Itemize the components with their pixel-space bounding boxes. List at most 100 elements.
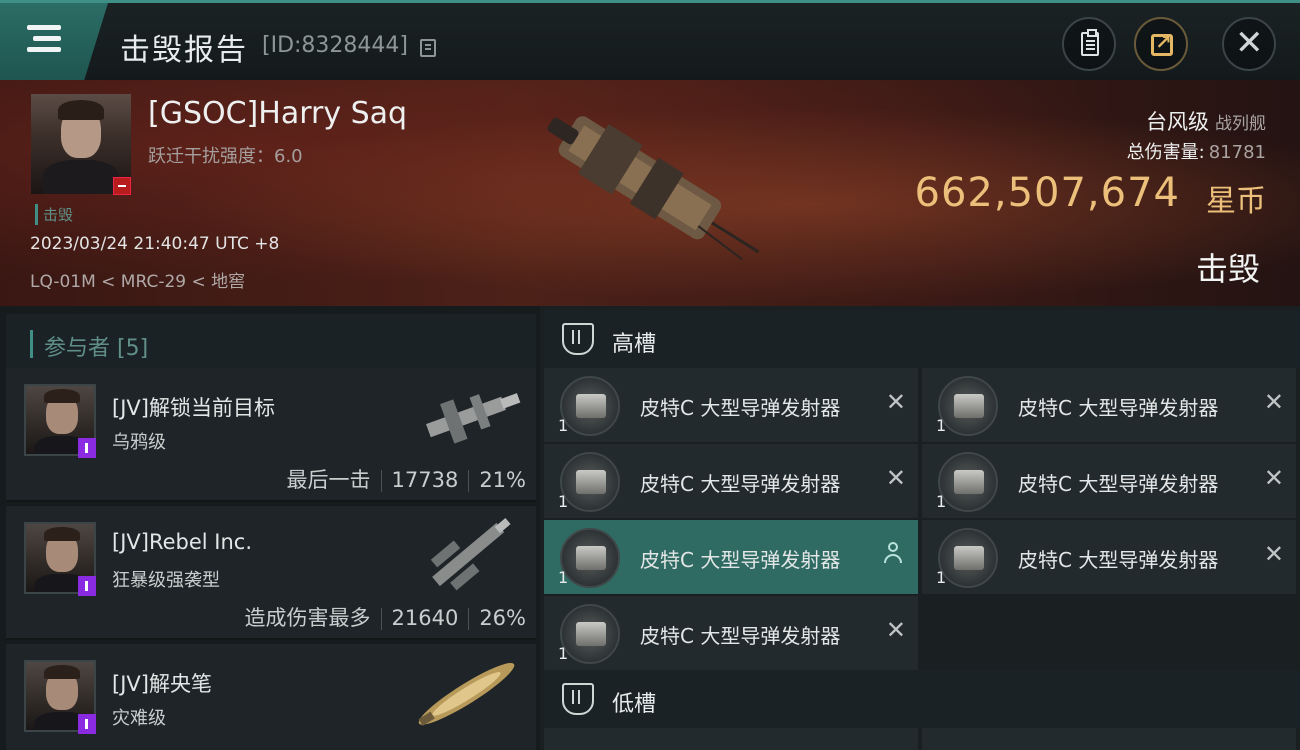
participant-stats: 最后一击 17738 21% xyxy=(286,464,526,494)
participant-ship-image xyxy=(418,662,515,726)
close-button[interactable]: ✕ xyxy=(1222,17,1276,71)
participant-ship: 乌鸦级 xyxy=(112,432,166,453)
participant-ship: 灾难级 xyxy=(112,708,166,729)
top-bar: 击毁报告 [ID:8328444] ✕ xyxy=(0,0,1300,80)
missile-launcher-icon xyxy=(560,528,620,588)
header-accent xyxy=(30,330,33,358)
share-icon xyxy=(1151,30,1173,56)
module-qty: 1 xyxy=(936,568,947,587)
victim-name[interactable]: [GSOC]Harry Saq xyxy=(148,96,407,131)
hamburger-icon-bar xyxy=(33,36,61,41)
module-row-selected[interactable]: 1 皮特C 大型导弹发射器 xyxy=(544,520,918,594)
module-qty: 1 xyxy=(558,644,569,663)
high-slot-header: 高槽 xyxy=(544,310,1300,368)
module-row[interactable]: 1 皮特C 大型导弹发射器 ✕ xyxy=(922,520,1296,594)
isk-unit: 星币 xyxy=(1206,184,1266,219)
share-button[interactable] xyxy=(1134,17,1188,71)
x-icon: ✕ xyxy=(885,388,906,416)
corp-badge-icon xyxy=(78,438,96,458)
module-qty: 1 xyxy=(558,568,569,587)
damage-value: 81781 xyxy=(1208,142,1266,163)
module-row[interactable]: 1 皮特C 大型导弹发射器 ✕ xyxy=(922,444,1296,518)
participant-stats: 造成伤害最多 21640 26% xyxy=(244,602,526,632)
module-name: 皮特C 大型导弹发射器 xyxy=(1018,548,1219,572)
kill-datetime: 2023/03/24 21:40:47 UTC +8 xyxy=(30,234,280,254)
damage-label: 总伤害量: xyxy=(1126,142,1205,163)
hamburger-icon-bar xyxy=(27,47,61,52)
corp-badge-icon xyxy=(78,576,96,596)
participant-ship: 狂暴级强袭型 xyxy=(112,570,220,591)
module-row[interactable]: 1 皮特C 大型导弹发射器 ✕ xyxy=(544,368,918,442)
participant-name: [JV]解央笔 xyxy=(112,672,212,696)
hamburger-icon xyxy=(27,25,61,30)
close-icon: ✕ xyxy=(1235,23,1264,63)
hostile-badge-icon xyxy=(113,177,131,195)
module-row[interactable]: 1 皮特C 大型导弹发射器 ✕ xyxy=(544,444,918,518)
participant-name: [JV]解锁当前目标 xyxy=(112,396,275,420)
participant-percent: 26% xyxy=(479,606,526,630)
high-slot-label: 高槽 xyxy=(612,332,657,357)
participant-percent: 21% xyxy=(479,468,526,492)
participant-ship-image xyxy=(430,517,511,591)
module-qty: 1 xyxy=(558,416,569,435)
x-icon: ✕ xyxy=(885,464,906,492)
participants-header: 参与者 [5] xyxy=(6,314,536,372)
module-row[interactable]: 1 皮特C 大型导弹发射器 ✕ xyxy=(544,596,918,670)
module-name: 皮特C 大型导弹发射器 xyxy=(640,624,841,648)
missile-launcher-icon xyxy=(938,452,998,512)
participant-row[interactable]: [JV]Rebel Inc. 狂暴级强袭型 造成伤害最多 21640 26% xyxy=(6,506,536,640)
participant-damage: 21640 xyxy=(391,606,459,630)
x-icon: ✕ xyxy=(1263,540,1284,568)
module-row[interactable] xyxy=(922,728,1296,750)
x-icon: ✕ xyxy=(1263,388,1284,416)
module-row[interactable] xyxy=(544,728,918,750)
participant-damage: 17738 xyxy=(391,468,459,492)
participant-row[interactable]: [JV]解央笔 灾难级 xyxy=(6,644,536,750)
ship-type: 战列舰 xyxy=(1215,114,1266,134)
module-name: 皮特C 大型导弹发射器 xyxy=(640,472,841,496)
module-name: 皮特C 大型导弹发射器 xyxy=(640,396,841,420)
missile-launcher-icon xyxy=(938,528,998,588)
kill-location: LQ-01M < MRC-29 < 地窖 xyxy=(30,272,246,292)
module-name: 皮特C 大型导弹发射器 xyxy=(1018,472,1219,496)
missile-launcher-icon xyxy=(938,376,998,436)
fitting-panel: 高槽 1 皮特C 大型导弹发射器 ✕ 1 皮特C 大型导弹发射器 ✕ 1 皮特C… xyxy=(540,306,1300,750)
warp-strength: 跃迁干扰强度：6.0 xyxy=(148,146,303,167)
report-id: [ID:8328444] xyxy=(262,33,408,58)
page-title: 击毁报告 xyxy=(120,33,248,68)
module-qty: 1 xyxy=(558,492,569,511)
low-slot-header: 低槽 xyxy=(544,670,1300,728)
missile-launcher-icon xyxy=(560,376,620,436)
status-tag: 击毁 xyxy=(35,204,73,225)
menu-button[interactable] xyxy=(0,3,108,80)
ship-class: 台风级 战列舰 xyxy=(1146,106,1266,136)
shield-slot-icon xyxy=(562,323,594,355)
low-slot-label: 低槽 xyxy=(612,692,657,717)
module-row[interactable]: 1 皮特C 大型导弹发射器 ✕ xyxy=(922,368,1296,442)
copy-icon[interactable] xyxy=(420,39,436,57)
clipboard-icon xyxy=(1081,29,1099,56)
user-icon xyxy=(884,542,902,564)
shield-slot-icon xyxy=(562,683,594,715)
x-icon: ✕ xyxy=(1263,464,1284,492)
participant-role: 最后一击 xyxy=(286,468,371,492)
participant-row[interactable]: [JV]解锁当前目标 乌鸦级 最后一击 17738 21% xyxy=(6,368,536,502)
module-name: 皮特C 大型导弹发射器 xyxy=(640,548,841,572)
result-label: 击毁 xyxy=(1195,250,1260,288)
clipboard-button[interactable] xyxy=(1062,17,1116,71)
participants-title: 参与者 [5] xyxy=(44,336,149,361)
missile-launcher-icon xyxy=(560,452,620,512)
module-qty: 1 xyxy=(936,416,947,435)
corp-badge-icon xyxy=(78,714,96,734)
victim-banner: [GSOC]Harry Saq 跃迁干扰强度：6.0 击毁 2023/03/24… xyxy=(0,80,1300,306)
participant-ship-image xyxy=(426,393,521,444)
module-name: 皮特C 大型导弹发射器 xyxy=(1018,396,1219,420)
missile-launcher-icon xyxy=(560,604,620,664)
participant-role: 造成伤害最多 xyxy=(244,606,371,630)
isk-value: 662,507,674 xyxy=(914,170,1180,216)
total-damage: 总伤害量: 81781 xyxy=(1127,138,1266,164)
module-qty: 1 xyxy=(936,492,947,511)
participants-panel: 参与者 [5] [JV]解锁当前目标 乌鸦级 最后一击 17738 21% [JV]… xyxy=(0,306,540,750)
victim-ship-image[interactable] xyxy=(520,100,780,280)
ship-name[interactable]: 台风级 xyxy=(1146,110,1209,134)
